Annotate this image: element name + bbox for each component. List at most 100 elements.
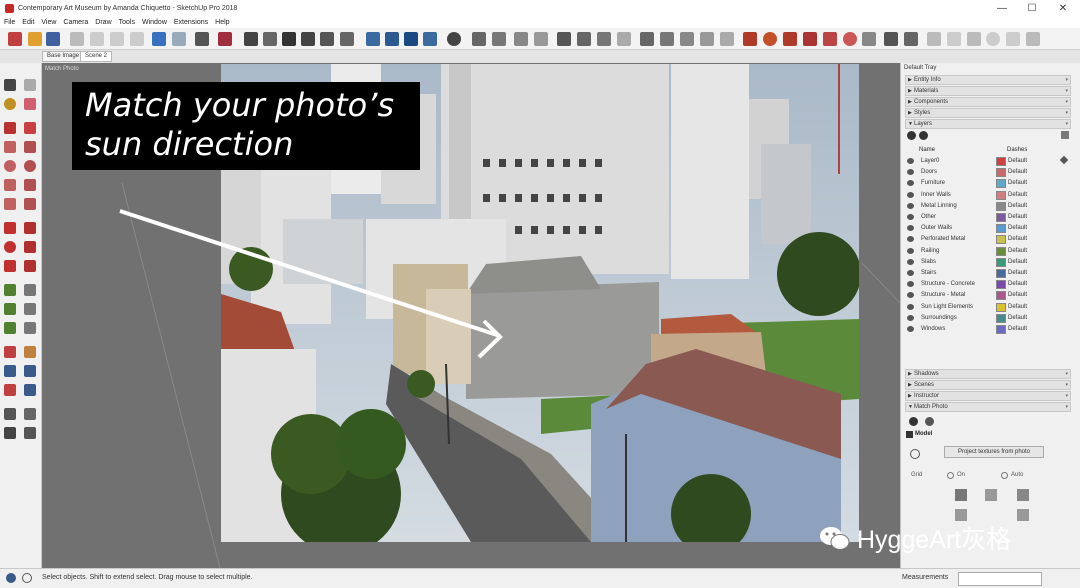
layer-row[interactable]: Slabs Default bbox=[905, 257, 1071, 268]
cut-icon[interactable] bbox=[70, 32, 84, 46]
tape-measure-icon[interactable] bbox=[4, 284, 16, 296]
grid-on-radio[interactable] bbox=[947, 472, 954, 479]
front-view-icon[interactable] bbox=[282, 32, 296, 46]
protractor-icon[interactable] bbox=[783, 32, 797, 46]
menu-view[interactable]: View bbox=[41, 19, 56, 26]
section-fill-icon[interactable] bbox=[597, 32, 611, 46]
section-components[interactable]: ▶ Components ▾ bbox=[905, 97, 1071, 107]
layer-dashes[interactable]: Default bbox=[1008, 236, 1027, 242]
measurements-input[interactable] bbox=[958, 572, 1042, 586]
iso-box-icon[interactable] bbox=[927, 32, 941, 46]
layer-dashes[interactable]: Default bbox=[1008, 180, 1027, 186]
layer-details-icon[interactable] bbox=[1061, 131, 1069, 139]
menu-help[interactable]: Help bbox=[215, 19, 229, 26]
sphere-icon[interactable] bbox=[986, 32, 1000, 46]
eraser-icon[interactable] bbox=[24, 98, 36, 110]
rectangle-icon[interactable] bbox=[4, 141, 16, 153]
eye-icon[interactable] bbox=[907, 326, 914, 332]
layer-row[interactable]: Perforated Metal Default bbox=[905, 234, 1071, 245]
eye-icon[interactable] bbox=[907, 270, 914, 276]
layer-color-swatch[interactable] bbox=[996, 325, 1006, 334]
layer-color-swatch[interactable] bbox=[996, 246, 1006, 256]
maximize-button[interactable]: ☐ bbox=[1017, 0, 1047, 17]
layer-dashes[interactable]: Default bbox=[1008, 248, 1027, 254]
layer-color-swatch[interactable] bbox=[996, 291, 1006, 301]
layer-dashes[interactable]: Default bbox=[1008, 304, 1027, 310]
credits-icon[interactable] bbox=[22, 573, 32, 583]
model-info-icon[interactable] bbox=[218, 32, 232, 46]
layer-dashes[interactable]: Default bbox=[1008, 270, 1027, 276]
layer-dashes[interactable]: Default bbox=[1008, 169, 1027, 175]
menu-edit[interactable]: Edit bbox=[22, 19, 34, 26]
layer-dashes[interactable]: Default bbox=[1008, 281, 1027, 287]
left-view-icon[interactable] bbox=[340, 32, 354, 46]
move-icon[interactable] bbox=[4, 222, 16, 234]
outer-shell-icon[interactable] bbox=[720, 32, 734, 46]
pan-icon[interactable] bbox=[24, 346, 36, 358]
rotate-icon[interactable] bbox=[4, 241, 16, 253]
layer-row[interactable]: Structure - Concrete Default bbox=[905, 279, 1071, 290]
two-point-arc-icon[interactable] bbox=[24, 179, 36, 191]
layer-dashes[interactable]: Default bbox=[1008, 203, 1027, 209]
layer-color-swatch[interactable] bbox=[996, 313, 1006, 323]
text-icon[interactable] bbox=[862, 32, 876, 46]
eye-icon[interactable] bbox=[907, 225, 914, 232]
layer-color-swatch[interactable] bbox=[996, 302, 1006, 312]
layer-dashes[interactable]: Default bbox=[1008, 225, 1027, 231]
terrain-icon[interactable] bbox=[534, 32, 548, 46]
open-folder-icon[interactable] bbox=[28, 32, 42, 46]
layer-dashes[interactable]: Default bbox=[1008, 259, 1027, 265]
hidden-line-icon[interactable] bbox=[404, 32, 418, 46]
eye-icon[interactable] bbox=[907, 169, 914, 176]
back-view-icon[interactable] bbox=[320, 32, 334, 46]
solid-trim-icon[interactable] bbox=[680, 32, 694, 46]
layer-color-swatch[interactable] bbox=[996, 224, 1006, 234]
box-back-icon[interactable] bbox=[1026, 32, 1040, 46]
undo-icon[interactable] bbox=[152, 32, 166, 46]
eye-icon[interactable] bbox=[907, 247, 914, 254]
layer-dashes[interactable]: Default bbox=[1008, 292, 1027, 298]
section-plane-tool-icon[interactable] bbox=[24, 427, 36, 439]
style-above-icon[interactable] bbox=[985, 489, 997, 501]
layer-color-swatch[interactable] bbox=[996, 190, 1006, 200]
paste-icon[interactable] bbox=[110, 32, 124, 46]
eye-icon[interactable] bbox=[907, 191, 914, 198]
arc-icon[interactable] bbox=[4, 179, 16, 191]
paint-bucket-icon[interactable] bbox=[843, 32, 857, 46]
layer-color-swatch[interactable] bbox=[996, 168, 1006, 178]
section-scenes[interactable]: ▶ Scenes ▾ bbox=[905, 380, 1071, 390]
walk-icon[interactable] bbox=[4, 427, 16, 439]
circle-tool-icon[interactable] bbox=[4, 160, 16, 172]
eye-icon[interactable] bbox=[907, 281, 914, 288]
eye-icon[interactable] bbox=[907, 158, 914, 164]
scale-tool-icon[interactable] bbox=[4, 260, 16, 272]
push-pull-tool-icon[interactable] bbox=[24, 222, 36, 234]
rotated-rectangle-icon[interactable] bbox=[24, 141, 36, 153]
layer-color-swatch[interactable] bbox=[996, 201, 1006, 211]
section-materials[interactable]: ▶ Materials ▾ bbox=[905, 86, 1071, 96]
solid-subtract-icon[interactable] bbox=[660, 32, 674, 46]
menu-file[interactable]: File bbox=[4, 19, 15, 26]
select-arrow-icon[interactable] bbox=[4, 79, 16, 91]
wireframe-icon[interactable] bbox=[385, 32, 399, 46]
eye-icon[interactable] bbox=[907, 314, 914, 321]
layer-dashes[interactable]: Default bbox=[1008, 192, 1027, 198]
section-plane-icon[interactable] bbox=[557, 32, 571, 46]
new-file-icon[interactable] bbox=[8, 32, 22, 46]
layer-color-swatch[interactable] bbox=[996, 213, 1006, 222]
style-beside-icon[interactable] bbox=[1017, 489, 1029, 501]
section-shadows[interactable]: ▶ Shadows ▾ bbox=[905, 369, 1071, 379]
right-view-icon[interactable] bbox=[301, 32, 315, 46]
section-instructor[interactable]: ▶ Instructor ▾ bbox=[905, 391, 1071, 401]
section-cut-icon[interactable] bbox=[577, 32, 591, 46]
text-tool-icon[interactable] bbox=[24, 303, 36, 315]
protractor-tool-icon[interactable] bbox=[4, 303, 16, 315]
eye-icon[interactable] bbox=[907, 236, 914, 243]
follow-me-icon[interactable] bbox=[24, 241, 36, 253]
line-pencil-icon[interactable] bbox=[4, 122, 16, 134]
close-button[interactable]: ✕ bbox=[1048, 0, 1078, 17]
eye-icon[interactable] bbox=[907, 214, 914, 220]
layer-row[interactable]: Doors Default bbox=[905, 167, 1071, 178]
eye-icon[interactable] bbox=[907, 202, 914, 209]
tab-scene-2[interactable]: Scene 2 bbox=[80, 51, 113, 62]
